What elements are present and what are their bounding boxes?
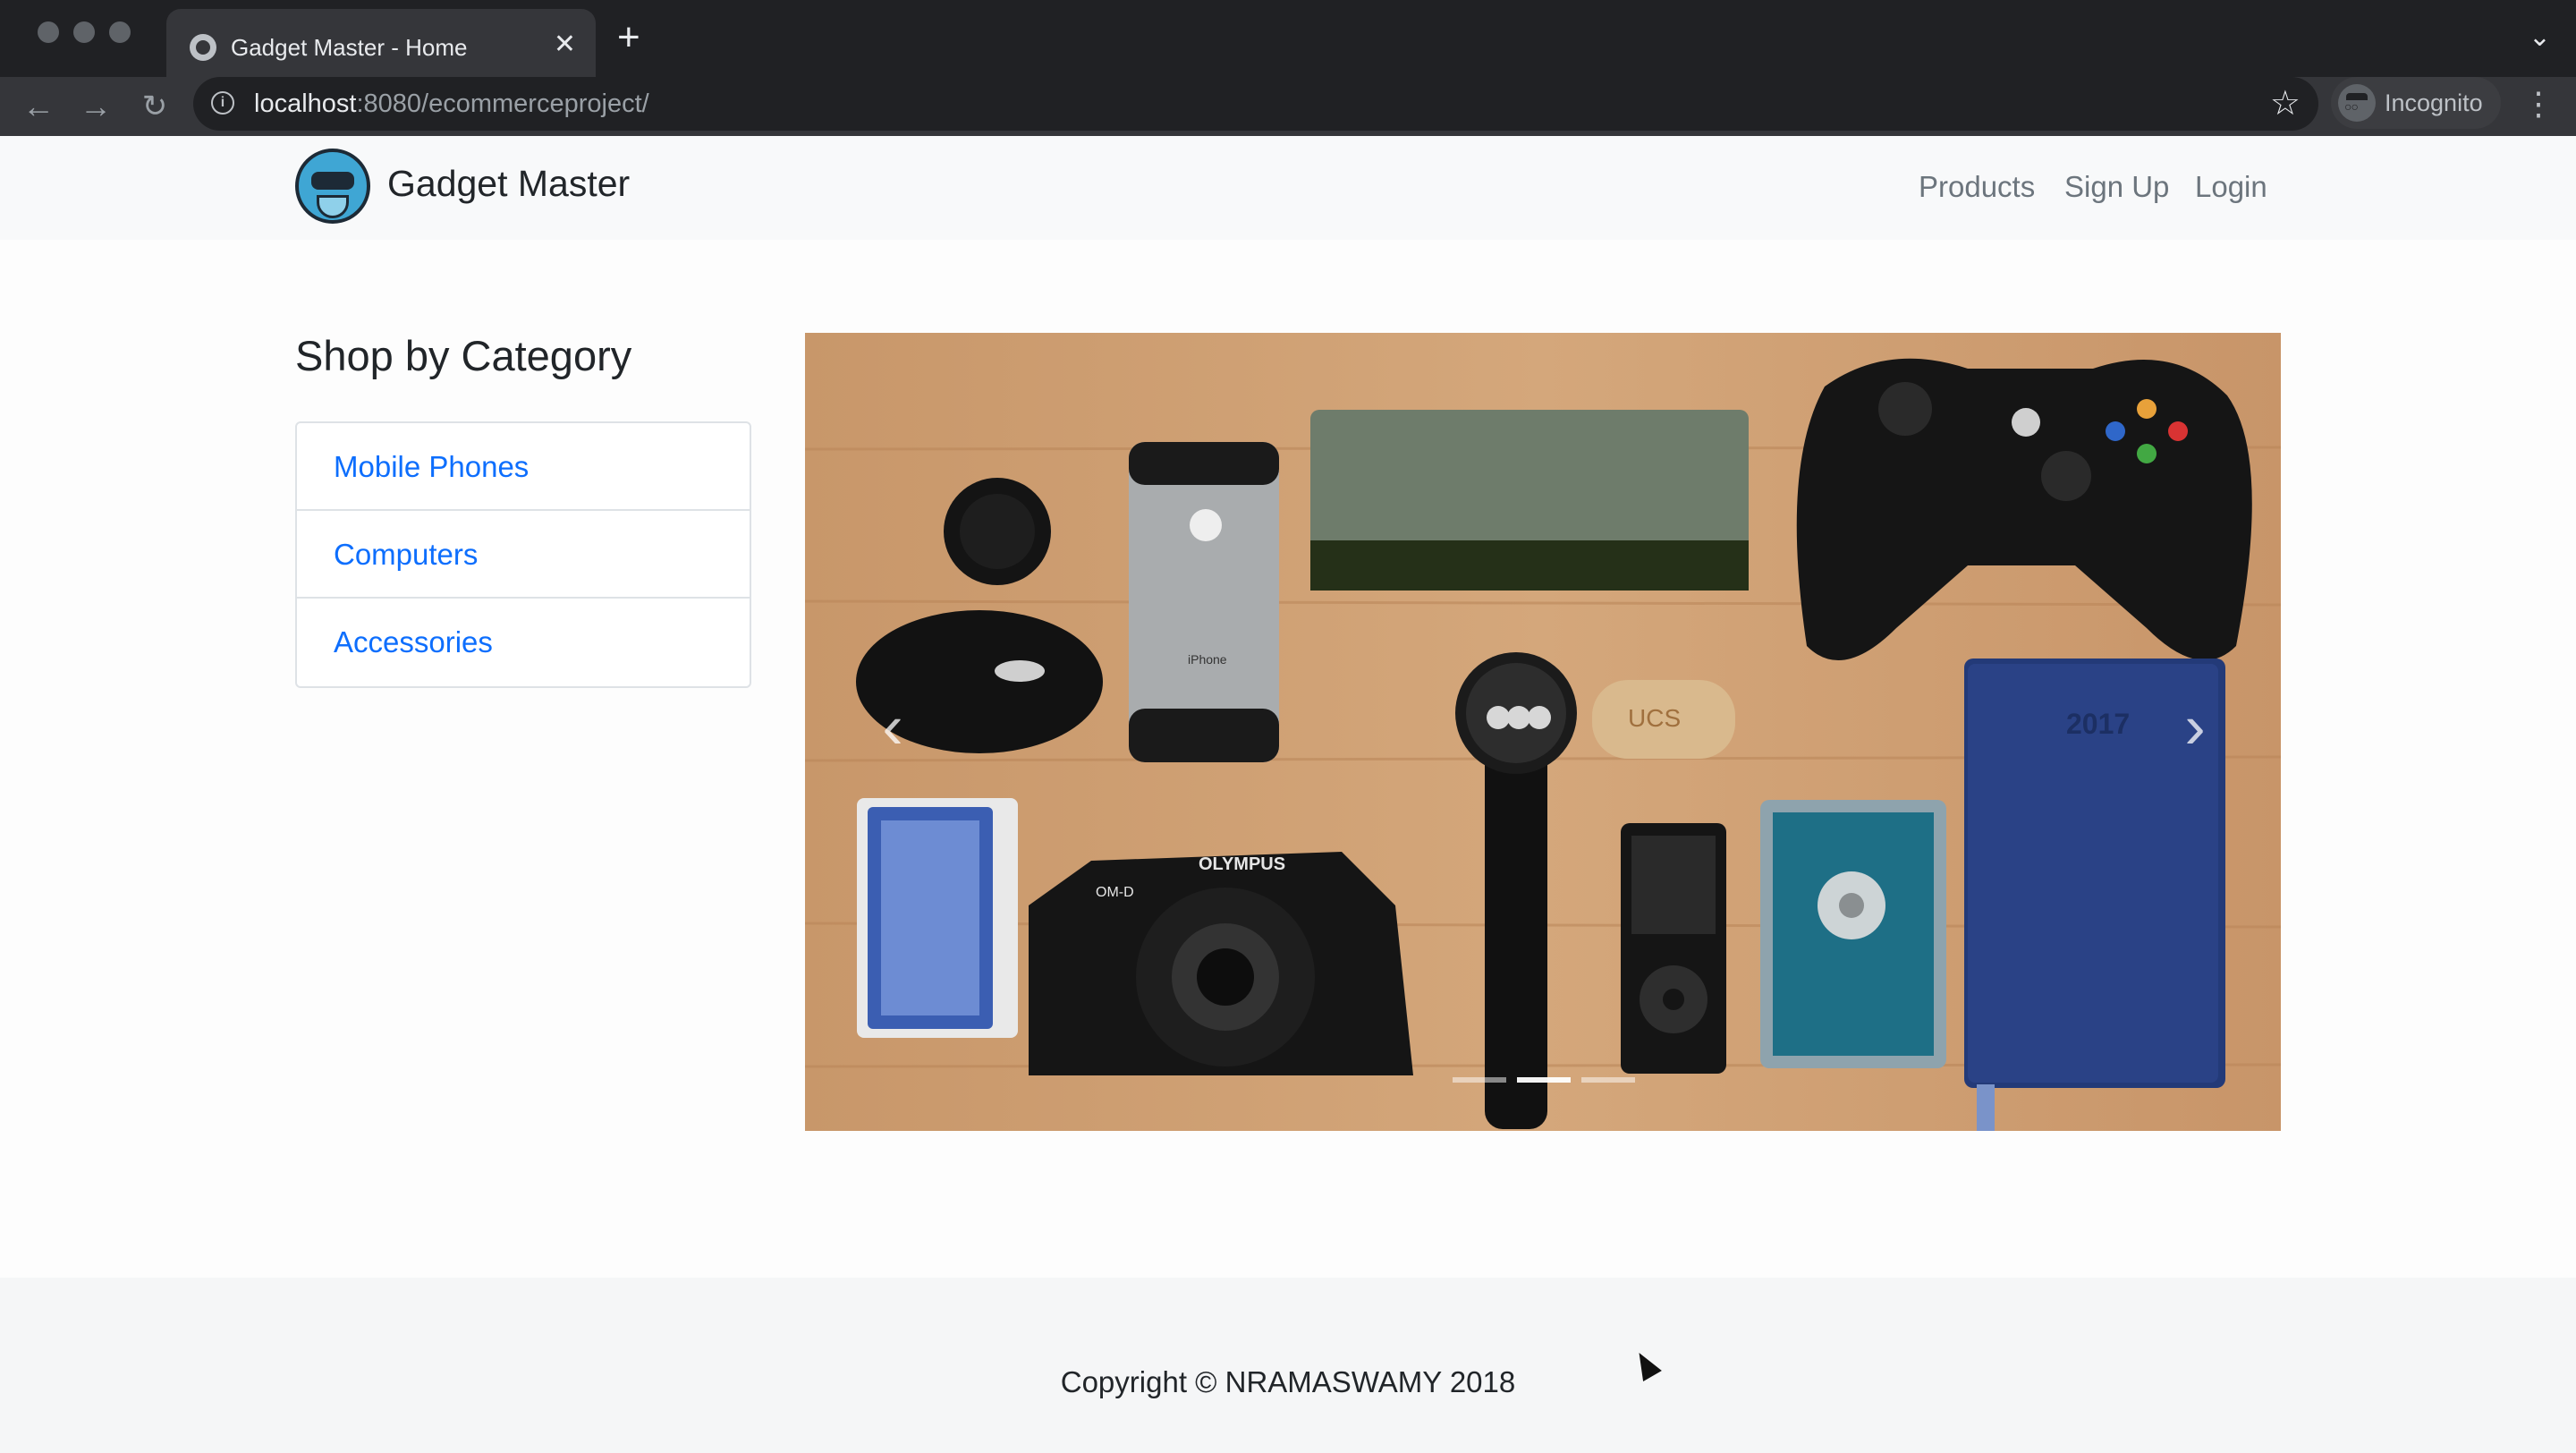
back-arrow-icon[interactable]: ← bbox=[16, 84, 61, 129]
globe-icon bbox=[190, 34, 216, 61]
carousel-slide-image: iPhone UCS OLYMPUS OM-D 2017 bbox=[805, 333, 2281, 1131]
carousel-next-button[interactable]: › bbox=[2159, 691, 2231, 762]
carousel-indicator-3[interactable] bbox=[1581, 1077, 1635, 1083]
notebook-year-label: 2017 bbox=[2066, 708, 2130, 740]
copyright-text: Copyright © NRAMASWAMY 2018 bbox=[1060, 1365, 1516, 1398]
incognito-icon bbox=[2338, 84, 2376, 122]
nav-link-login[interactable]: Login bbox=[2195, 170, 2267, 204]
camera-brand-label: OLYMPUS bbox=[1199, 854, 1285, 874]
bookmark-star-icon[interactable]: ☆ bbox=[2270, 84, 2301, 123]
category-item-accessories[interactable]: Accessories bbox=[297, 599, 750, 686]
browser-tab[interactable]: Gadget Master - Home ✕ bbox=[166, 9, 596, 77]
logo-visor bbox=[311, 172, 354, 190]
nav-link-products[interactable]: Products bbox=[1919, 170, 2035, 204]
browser-tab-strip: Gadget Master - Home ✕ + ⌄ bbox=[0, 0, 2576, 77]
new-tab-button[interactable]: + bbox=[617, 18, 640, 57]
incognito-label: Incognito bbox=[2385, 89, 2483, 116]
window-close-button[interactable] bbox=[38, 21, 59, 43]
browser-toolbar: ← → ↻ i localhost:8080/ecommerceproject/… bbox=[0, 77, 2576, 136]
address-bar[interactable]: i localhost:8080/ecommerceproject/ ☆ bbox=[193, 77, 2318, 131]
chevron-down-icon[interactable]: ⌄ bbox=[2529, 21, 2551, 53]
category-heading: Shop by Category bbox=[295, 332, 632, 379]
iphone-label: iPhone bbox=[1188, 652, 1227, 667]
product-carousel: iPhone UCS OLYMPUS OM-D 2017 ‹ › bbox=[805, 333, 2281, 1131]
category-item-mobile-phones[interactable]: Mobile Phones bbox=[297, 423, 750, 511]
camera-model-label: OM-D bbox=[1096, 885, 1134, 900]
url-text[interactable]: localhost:8080/ecommerceproject/ bbox=[254, 89, 649, 119]
logo-mask bbox=[317, 195, 349, 218]
nav-link-sign-up[interactable]: Sign Up bbox=[2064, 170, 2169, 204]
info-icon[interactable]: i bbox=[211, 91, 234, 115]
carousel-indicators bbox=[1453, 1077, 1635, 1083]
category-list: Mobile Phones Computers Accessories bbox=[295, 421, 751, 688]
site-navbar: Gadget Master Products Sign Up Login bbox=[0, 136, 2576, 240]
brand-logo[interactable] bbox=[295, 149, 370, 224]
window-zoom-button[interactable] bbox=[109, 21, 131, 43]
carousel-indicator-1[interactable] bbox=[1453, 1077, 1506, 1083]
window-minimize-button[interactable] bbox=[73, 21, 95, 43]
reload-icon[interactable]: ↻ bbox=[132, 84, 177, 129]
brand-name[interactable]: Gadget Master bbox=[387, 163, 630, 205]
forward-arrow-icon[interactable]: → bbox=[73, 84, 118, 129]
usb-label: UCS bbox=[1628, 704, 1681, 732]
more-menu-icon[interactable]: ⋮ bbox=[2522, 84, 2555, 123]
carousel-prev-button[interactable]: ‹ bbox=[857, 691, 928, 762]
carousel-indicator-2[interactable] bbox=[1517, 1077, 1571, 1083]
incognito-badge[interactable]: Incognito bbox=[2331, 77, 2501, 129]
category-item-computers[interactable]: Computers bbox=[297, 511, 750, 599]
close-icon[interactable]: ✕ bbox=[554, 29, 576, 61]
tab-title: Gadget Master - Home bbox=[231, 34, 468, 61]
site-footer: Copyright © NRAMASWAMY 2018 bbox=[0, 1278, 2576, 1453]
